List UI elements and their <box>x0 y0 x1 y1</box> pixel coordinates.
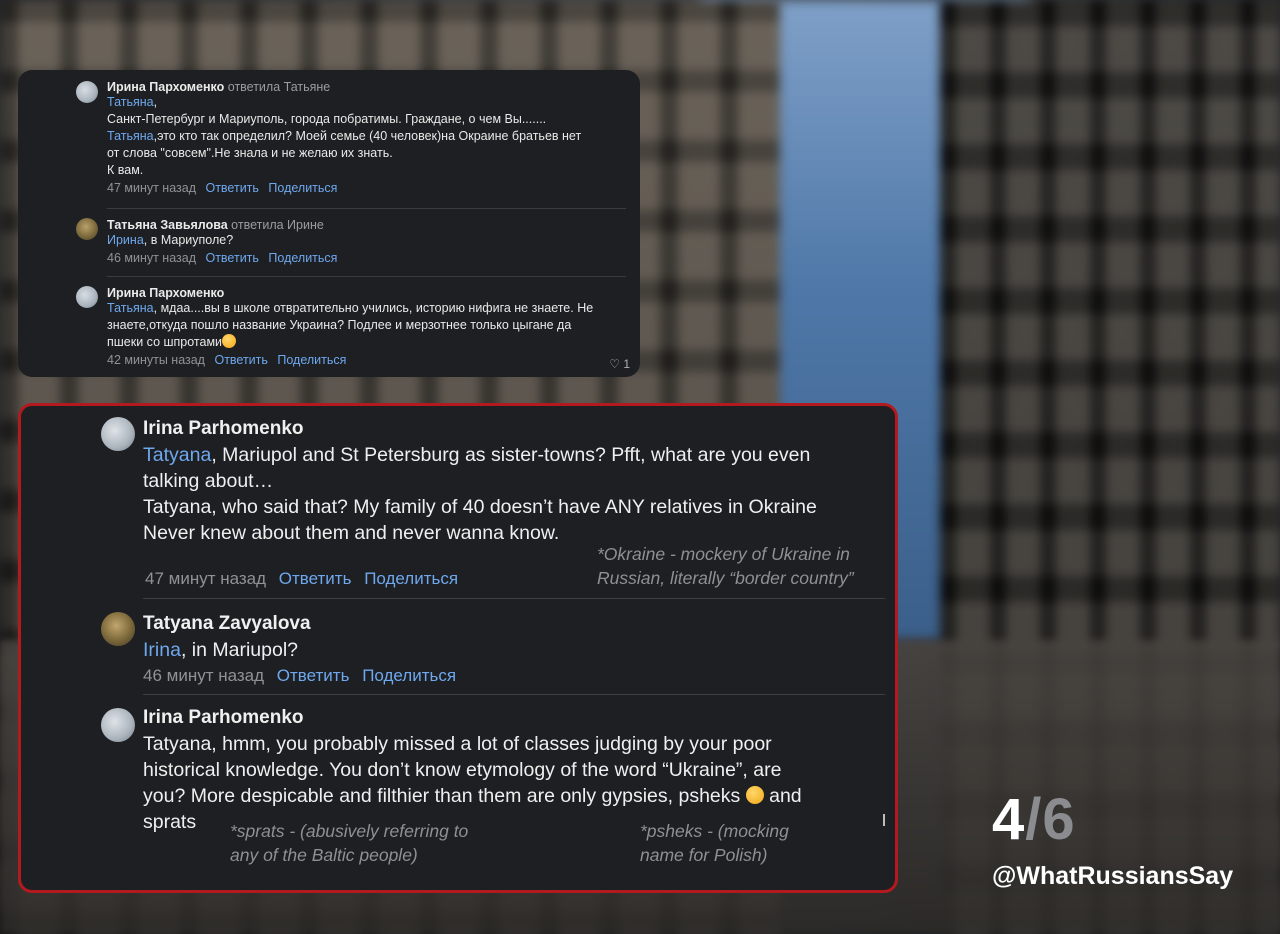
timestamp: 46 минут назад <box>143 666 265 685</box>
text-cursor <box>883 814 885 826</box>
mention-link[interactable]: Татьяна <box>107 95 154 109</box>
divider <box>143 598 885 599</box>
avatar[interactable] <box>101 612 135 646</box>
translator-note: *Okraine - mockery of Ukraine in Russian… <box>597 544 854 588</box>
reply-button[interactable]: Ответить <box>205 251 258 265</box>
reply-button[interactable]: Ответить <box>214 353 267 367</box>
author-name[interactable]: Irina Parhomenko <box>143 418 817 440</box>
author-name[interactable]: Tatyana Zavyalova <box>143 613 456 635</box>
reply-to: ответила Татьяне <box>227 80 331 94</box>
reply-button[interactable]: Ответить <box>277 666 350 685</box>
avatar[interactable] <box>76 286 98 308</box>
slide-counter: 4/6 <box>992 786 1076 853</box>
mention-link[interactable]: Irina <box>143 639 181 661</box>
comment: Tatyana Zavyalova Irina, in Mariupol? 46… <box>143 613 456 686</box>
avatar[interactable] <box>101 708 135 742</box>
timestamp: 42 минуты назад <box>107 353 205 367</box>
slide-current: 4 <box>992 787 1026 852</box>
share-button[interactable]: Поделиться <box>362 666 456 685</box>
slide-slash: / <box>1025 787 1043 852</box>
comment: Ирина Пархоменко Татьяна, мдаа....вы в ш… <box>107 286 626 367</box>
comment-text: Татьяна, мдаа....вы в школе отвратительн… <box>107 301 594 349</box>
slide-total: 6 <box>1042 787 1076 852</box>
comment-meta: 46 минут назад Ответить Поделиться <box>143 666 456 686</box>
comment-text: Ирина, в Мариуполе? <box>107 233 234 247</box>
translator-note-sprats: *sprats - (abusively referring to any of… <box>230 821 469 865</box>
avatar[interactable] <box>76 218 98 240</box>
comment-text: Irina, in Mariupol? <box>143 639 298 661</box>
comment-meta: 47 минут назад Ответить Поделиться <box>107 181 626 195</box>
like-button[interactable]: ♡ 1 <box>609 357 630 371</box>
comment-meta: 46 минут назад Ответить Поделиться <box>107 251 626 265</box>
watermark-handle: @WhatRussiansSay <box>992 862 1234 890</box>
divider <box>107 208 626 209</box>
mention-link[interactable]: Татьяна <box>107 301 154 315</box>
comment-header: Татьяна Завьялова ответила Ирине <box>107 218 626 232</box>
original-comments-card: Ирина Пархоменко ответила Татьяне Татьян… <box>18 70 640 377</box>
comment-header: Ирина Пархоменко ответила Татьяне <box>107 80 626 94</box>
author-name[interactable]: Татьяна Завьялова <box>107 218 228 232</box>
timestamp: 46 минут назад <box>107 251 196 265</box>
timestamp: 47 минут назад <box>107 181 196 195</box>
author-name[interactable]: Ирина Пархоменко <box>107 286 224 300</box>
avatar[interactable] <box>101 417 135 451</box>
heart-icon: ♡ <box>609 357 620 371</box>
comment-header: Ирина Пархоменко <box>107 286 626 300</box>
reply-to: ответила Ирине <box>231 218 324 232</box>
mention-link[interactable]: Tatyana <box>143 444 211 466</box>
comment-text: Татьяна, Санкт-Петербург и Мариуполь, го… <box>107 95 582 177</box>
share-button[interactable]: Поделиться <box>268 251 337 265</box>
reply-button[interactable]: Ответить <box>279 569 352 588</box>
reply-button[interactable]: Ответить <box>205 181 258 195</box>
share-button[interactable]: Поделиться <box>364 569 458 588</box>
mention-link[interactable]: Татьяна <box>107 129 154 143</box>
comment: Irina Parhomenko Tatyana, Mariupol and S… <box>143 418 817 546</box>
author-name[interactable]: Irina Parhomenko <box>143 707 802 729</box>
comment-meta: 42 минуты назад Ответить Поделиться <box>107 353 626 367</box>
comment-meta: 47 минут назад Ответить Поделиться <box>145 569 458 589</box>
comment: Irina Parhomenko Tatyana, hmm, you proba… <box>143 707 802 835</box>
divider <box>143 694 885 695</box>
like-count: 1 <box>623 357 630 371</box>
comment: Ирина Пархоменко ответила Татьяне Татьян… <box>107 80 626 195</box>
timestamp: 47 минут назад <box>145 569 267 588</box>
smirking-face-icon <box>745 786 764 804</box>
share-button[interactable]: Поделиться <box>268 181 337 195</box>
share-button[interactable]: Поделиться <box>277 353 346 367</box>
translator-note-psheks: *psheks - (mocking name for Polish) <box>640 821 789 865</box>
divider <box>107 276 626 277</box>
translated-comments-card: Irina Parhomenko Tatyana, Mariupol and S… <box>18 403 898 893</box>
comment-text: Tatyana, Mariupol and St Petersburg as s… <box>143 444 817 544</box>
comment: Татьяна Завьялова ответила Ирине Ирина, … <box>107 218 626 265</box>
smirking-face-icon <box>222 334 237 348</box>
avatar[interactable] <box>76 81 98 103</box>
mention-link[interactable]: Ирина <box>107 233 144 247</box>
author-name[interactable]: Ирина Пархоменко <box>107 80 224 94</box>
